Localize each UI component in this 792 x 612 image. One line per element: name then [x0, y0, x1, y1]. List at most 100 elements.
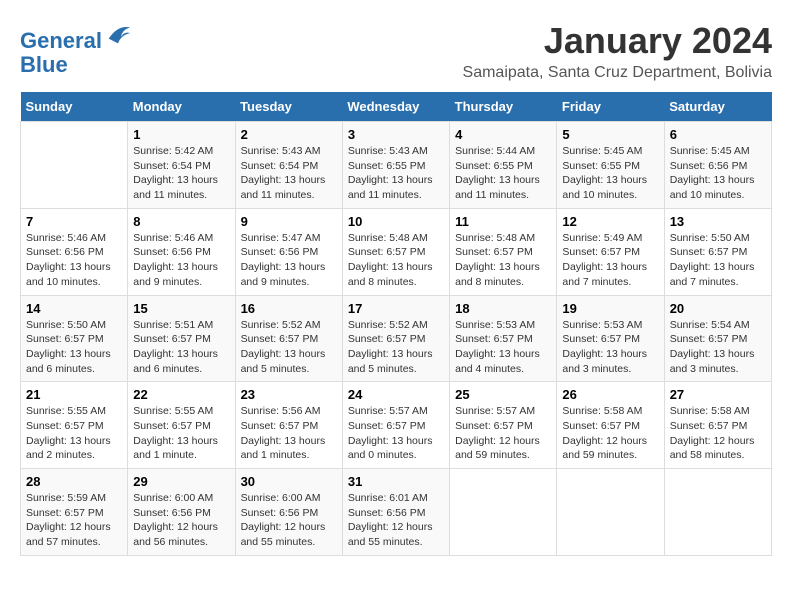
day-cell: 3 Sunrise: 5:43 AM Sunset: 6:55 PM Daylig… [342, 122, 449, 209]
day-cell: 21 Sunrise: 5:55 AM Sunset: 6:57 PM Dayli… [21, 382, 128, 469]
day-info: Sunrise: 5:55 AM Sunset: 6:57 PM Dayligh… [133, 404, 229, 463]
logo-line2: Blue [20, 53, 132, 77]
day-number: 2 [241, 127, 337, 142]
day-number: 25 [455, 387, 551, 402]
day-info: Sunrise: 5:58 AM Sunset: 6:57 PM Dayligh… [562, 404, 658, 463]
day-cell: 1Sunrise: 5:42 AM Sunset: 6:54 PM Daylig… [128, 122, 235, 209]
day-cell: 16 Sunrise: 5:52 AM Sunset: 6:57 PM Dayli… [235, 295, 342, 382]
day-info: Sunrise: 5:48 AM Sunset: 6:57 PM Dayligh… [455, 231, 551, 290]
week-row-3: 14 Sunrise: 5:50 AM Sunset: 6:57 PM Dayli… [21, 295, 772, 382]
day-info: Sunrise: 5:51 AM Sunset: 6:57 PM Dayligh… [133, 318, 229, 377]
day-info: Sunrise: 5:59 AM Sunset: 6:57 PM Dayligh… [26, 491, 122, 550]
day-cell: 17Sunrise: 5:52 AM Sunset: 6:57 PM Dayli… [342, 295, 449, 382]
day-number: 11 [455, 214, 551, 229]
day-info: Sunrise: 5:58 AM Sunset: 6:57 PM Dayligh… [670, 404, 766, 463]
day-cell: 13 Sunrise: 5:50 AM Sunset: 6:57 PM Dayli… [664, 208, 771, 295]
day-number: 6 [670, 127, 766, 142]
logo-bird-icon [104, 20, 132, 48]
day-number: 16 [241, 301, 337, 316]
day-info: Sunrise: 5:46 AM Sunset: 6:56 PM Dayligh… [133, 231, 229, 290]
day-info: Sunrise: 5:50 AM Sunset: 6:57 PM Dayligh… [26, 318, 122, 377]
header-day-tuesday: Tuesday [235, 92, 342, 122]
day-cell: 14 Sunrise: 5:50 AM Sunset: 6:57 PM Dayli… [21, 295, 128, 382]
day-cell: 22 Sunrise: 5:55 AM Sunset: 6:57 PM Dayli… [128, 382, 235, 469]
calendar-body: 1Sunrise: 5:42 AM Sunset: 6:54 PM Daylig… [21, 122, 772, 556]
day-cell: 4 Sunrise: 5:44 AM Sunset: 6:55 PM Daylig… [450, 122, 557, 209]
day-cell: 2Sunrise: 5:43 AM Sunset: 6:54 PM Daylig… [235, 122, 342, 209]
header-day-wednesday: Wednesday [342, 92, 449, 122]
day-cell: 7Sunrise: 5:46 AM Sunset: 6:56 PM Daylig… [21, 208, 128, 295]
day-number: 4 [455, 127, 551, 142]
day-number: 26 [562, 387, 658, 402]
day-cell: 31Sunrise: 6:01 AM Sunset: 6:56 PM Dayli… [342, 469, 449, 556]
header-day-sunday: Sunday [21, 92, 128, 122]
week-row-4: 21 Sunrise: 5:55 AM Sunset: 6:57 PM Dayli… [21, 382, 772, 469]
week-row-2: 7Sunrise: 5:46 AM Sunset: 6:56 PM Daylig… [21, 208, 772, 295]
day-cell [557, 469, 664, 556]
day-cell: 6 Sunrise: 5:45 AM Sunset: 6:56 PM Daylig… [664, 122, 771, 209]
day-number: 18 [455, 301, 551, 316]
day-info: Sunrise: 5:45 AM Sunset: 6:56 PM Dayligh… [670, 144, 766, 203]
day-number: 21 [26, 387, 122, 402]
day-cell: 26 Sunrise: 5:58 AM Sunset: 6:57 PM Dayli… [557, 382, 664, 469]
day-number: 29 [133, 474, 229, 489]
day-info: Sunrise: 5:56 AM Sunset: 6:57 PM Dayligh… [241, 404, 337, 463]
day-cell: 23 Sunrise: 5:56 AM Sunset: 6:57 PM Dayli… [235, 382, 342, 469]
day-info: Sunrise: 5:46 AM Sunset: 6:56 PM Dayligh… [26, 231, 122, 290]
day-number: 27 [670, 387, 766, 402]
day-info: Sunrise: 5:47 AM Sunset: 6:56 PM Dayligh… [241, 231, 337, 290]
day-cell: 8 Sunrise: 5:46 AM Sunset: 6:56 PM Daylig… [128, 208, 235, 295]
logo: General Blue [20, 20, 132, 77]
page-header: General Blue January 2024 Samaipata, San… [20, 20, 772, 82]
day-cell: 25Sunrise: 5:57 AM Sunset: 6:57 PM Dayli… [450, 382, 557, 469]
day-number: 30 [241, 474, 337, 489]
main-title: January 2024 [463, 20, 772, 62]
day-info: Sunrise: 5:53 AM Sunset: 6:57 PM Dayligh… [455, 318, 551, 377]
calendar-header: SundayMondayTuesdayWednesdayThursdayFrid… [21, 92, 772, 122]
day-info: Sunrise: 5:57 AM Sunset: 6:57 PM Dayligh… [348, 404, 444, 463]
day-info: Sunrise: 5:50 AM Sunset: 6:57 PM Dayligh… [670, 231, 766, 290]
day-cell: 19 Sunrise: 5:53 AM Sunset: 6:57 PM Dayli… [557, 295, 664, 382]
day-number: 12 [562, 214, 658, 229]
day-number: 13 [670, 214, 766, 229]
title-section: January 2024 Samaipata, Santa Cruz Depar… [463, 20, 772, 82]
header-row: SundayMondayTuesdayWednesdayThursdayFrid… [21, 92, 772, 122]
day-cell [21, 122, 128, 209]
day-cell: 18 Sunrise: 5:53 AM Sunset: 6:57 PM Dayli… [450, 295, 557, 382]
day-number: 3 [348, 127, 444, 142]
day-number: 15 [133, 301, 229, 316]
day-cell: 9Sunrise: 5:47 AM Sunset: 6:56 PM Daylig… [235, 208, 342, 295]
day-number: 8 [133, 214, 229, 229]
week-row-5: 28 Sunrise: 5:59 AM Sunset: 6:57 PM Dayli… [21, 469, 772, 556]
day-info: Sunrise: 5:44 AM Sunset: 6:55 PM Dayligh… [455, 144, 551, 203]
day-info: Sunrise: 5:49 AM Sunset: 6:57 PM Dayligh… [562, 231, 658, 290]
calendar-table: SundayMondayTuesdayWednesdayThursdayFrid… [20, 92, 772, 556]
day-number: 10 [348, 214, 444, 229]
day-number: 20 [670, 301, 766, 316]
day-cell: 28 Sunrise: 5:59 AM Sunset: 6:57 PM Dayli… [21, 469, 128, 556]
day-cell: 29 Sunrise: 6:00 AM Sunset: 6:56 PM Dayli… [128, 469, 235, 556]
week-row-1: 1Sunrise: 5:42 AM Sunset: 6:54 PM Daylig… [21, 122, 772, 209]
day-number: 19 [562, 301, 658, 316]
day-cell: 10Sunrise: 5:48 AM Sunset: 6:57 PM Dayli… [342, 208, 449, 295]
day-cell: 24Sunrise: 5:57 AM Sunset: 6:57 PM Dayli… [342, 382, 449, 469]
day-info: Sunrise: 6:00 AM Sunset: 6:56 PM Dayligh… [133, 491, 229, 550]
day-number: 22 [133, 387, 229, 402]
day-number: 23 [241, 387, 337, 402]
header-day-friday: Friday [557, 92, 664, 122]
day-cell: 27 Sunrise: 5:58 AM Sunset: 6:57 PM Dayli… [664, 382, 771, 469]
day-info: Sunrise: 5:54 AM Sunset: 6:57 PM Dayligh… [670, 318, 766, 377]
header-day-monday: Monday [128, 92, 235, 122]
day-info: Sunrise: 5:43 AM Sunset: 6:55 PM Dayligh… [348, 144, 444, 203]
day-cell: 15 Sunrise: 5:51 AM Sunset: 6:57 PM Dayli… [128, 295, 235, 382]
day-cell: 30Sunrise: 6:00 AM Sunset: 6:56 PM Dayli… [235, 469, 342, 556]
day-info: Sunrise: 5:52 AM Sunset: 6:57 PM Dayligh… [348, 318, 444, 377]
day-number: 14 [26, 301, 122, 316]
day-number: 5 [562, 127, 658, 142]
day-number: 28 [26, 474, 122, 489]
day-info: Sunrise: 5:53 AM Sunset: 6:57 PM Dayligh… [562, 318, 658, 377]
day-info: Sunrise: 5:55 AM Sunset: 6:57 PM Dayligh… [26, 404, 122, 463]
day-number: 31 [348, 474, 444, 489]
day-cell: 5Sunrise: 5:45 AM Sunset: 6:55 PM Daylig… [557, 122, 664, 209]
day-info: Sunrise: 5:52 AM Sunset: 6:57 PM Dayligh… [241, 318, 337, 377]
